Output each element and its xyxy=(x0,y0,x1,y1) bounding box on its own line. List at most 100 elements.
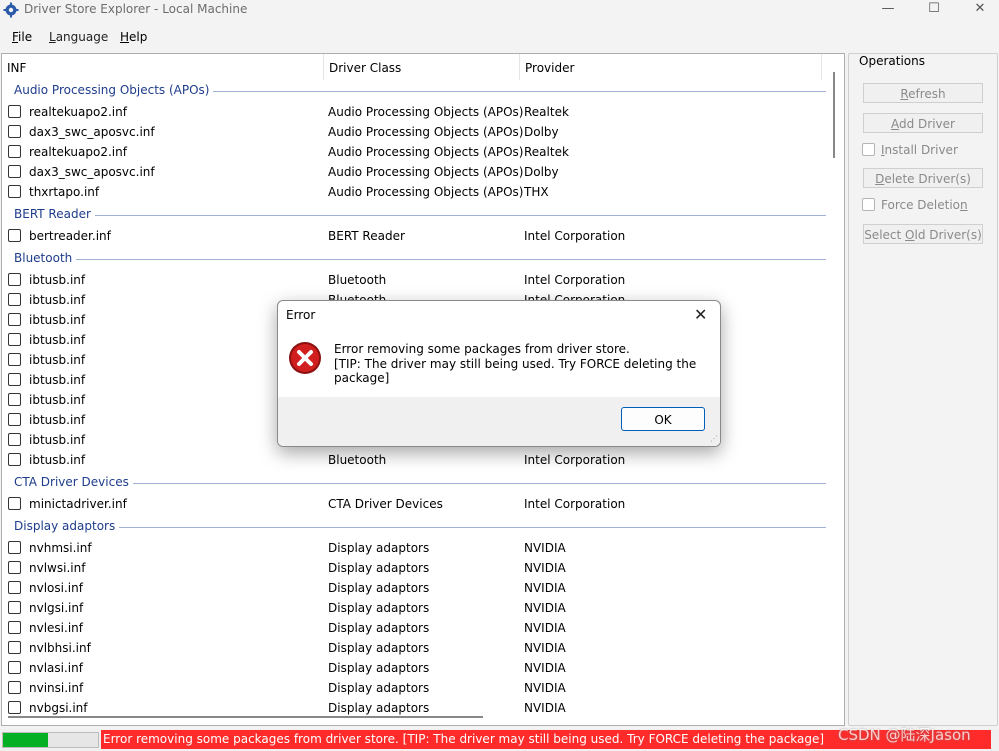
column-provider[interactable]: Provider xyxy=(520,54,822,80)
driver-row[interactable]: realtekuapo2.inf Audio Processing Objects… xyxy=(2,102,828,122)
row-checkbox[interactable] xyxy=(8,453,21,466)
row-checkbox[interactable] xyxy=(8,165,21,178)
driver-row[interactable]: thxrtapo.inf Audio Processing Objects (AP… xyxy=(2,182,828,202)
row-checkbox[interactable] xyxy=(8,313,21,326)
dialog-close-button[interactable]: ✕ xyxy=(694,305,707,324)
row-checkbox[interactable] xyxy=(8,601,21,614)
row-checkbox[interactable] xyxy=(8,561,21,574)
inf-cell: ibtusb.inf xyxy=(29,373,86,387)
row-checkbox[interactable] xyxy=(8,353,21,366)
row-checkbox[interactable] xyxy=(8,661,21,674)
menu-file[interactable]: File xyxy=(12,30,32,44)
driver-row[interactable]: realtekuapo2.inf Audio Processing Objects… xyxy=(2,142,828,162)
driver-row[interactable]: ibtusb.inf Bluetooth Intel Corporation xyxy=(2,450,828,470)
title-bar: Driver Store Explorer - Local Machine — … xyxy=(0,0,999,22)
driver-row[interactable]: nvlosi.inf Display adaptors NVIDIA xyxy=(2,578,828,598)
dialog-footer: OK ⋰ xyxy=(278,397,720,446)
provider-cell: NVIDIA xyxy=(524,601,566,615)
group-label: Bluetooth xyxy=(14,251,77,265)
inf-cell: nvlbhsi.inf xyxy=(29,641,91,655)
row-checkbox[interactable] xyxy=(8,497,21,510)
provider-cell: NVIDIA xyxy=(524,621,566,635)
driver-row[interactable]: nvlwsi.inf Display adaptors NVIDIA xyxy=(2,558,828,578)
install-driver-box xyxy=(862,143,875,156)
driver-row[interactable]: nvlasi.inf Display adaptors NVIDIA xyxy=(2,658,828,678)
dialog-title: Error xyxy=(286,308,316,322)
inf-cell: ibtusb.inf xyxy=(29,413,86,427)
driver-class-cell: Bluetooth xyxy=(328,453,387,467)
driver-class-cell: Audio Processing Objects (APOs) xyxy=(328,185,524,199)
driver-row[interactable]: nvhmsi.inf Display adaptors NVIDIA xyxy=(2,538,828,558)
inf-cell: ibtusb.inf xyxy=(29,433,86,447)
provider-cell: NVIDIA xyxy=(524,641,566,655)
inf-cell: bertreader.inf xyxy=(29,229,111,243)
provider-cell: NVIDIA xyxy=(524,701,566,715)
driver-row[interactable]: nvlesi.inf Display adaptors NVIDIA xyxy=(2,618,828,638)
error-icon xyxy=(289,342,321,374)
driver-row[interactable]: dax3_swc_aposvc.inf Audio Processing Obje… xyxy=(2,122,828,142)
provider-cell: Intel Corporation xyxy=(524,229,626,243)
driver-class-cell: Audio Processing Objects (APOs) xyxy=(328,145,524,159)
force-deletion-box xyxy=(862,198,875,211)
driver-row[interactable]: nvbgsi.inf Display adaptors NVIDIA xyxy=(2,698,828,718)
install-driver-checkbox[interactable]: Install Driver xyxy=(862,143,958,159)
row-checkbox[interactable] xyxy=(8,541,21,554)
vertical-scroll-thumb[interactable] xyxy=(833,72,835,158)
row-checkbox[interactable] xyxy=(8,413,21,426)
row-checkbox[interactable] xyxy=(8,701,21,714)
provider-cell: NVIDIA xyxy=(524,541,566,555)
driver-class-cell: Display adaptors xyxy=(328,601,430,615)
add-driver-button[interactable]: Add Driver xyxy=(863,113,983,133)
row-checkbox[interactable] xyxy=(8,185,21,198)
driver-class-cell: Display adaptors xyxy=(328,701,430,715)
force-deletion-checkbox[interactable]: Force Deletion xyxy=(862,198,968,214)
row-checkbox[interactable] xyxy=(8,681,21,694)
maximize-button[interactable]: ☐ xyxy=(911,0,957,22)
driver-row[interactable]: bertreader.inf BERT Reader Intel Corporati… xyxy=(2,226,828,246)
resize-grip-icon[interactable]: ⋰ xyxy=(710,435,718,443)
driver-row[interactable]: ibtusb.inf Bluetooth Intel Corporation xyxy=(2,270,828,290)
inf-cell: ibtusb.inf xyxy=(29,353,86,367)
close-window-button[interactable]: ✕ xyxy=(957,0,999,22)
driver-row[interactable]: minictadriver.inf CTA Driver Devices Intel… xyxy=(2,494,828,514)
group-label: BERT Reader xyxy=(14,207,95,221)
select-old-drivers-button[interactable]: Select Old Driver(s) xyxy=(863,224,983,244)
inf-cell: ibtusb.inf xyxy=(29,273,86,287)
ok-button[interactable]: OK xyxy=(621,407,705,431)
driver-class-cell: Display adaptors xyxy=(328,641,430,655)
row-checkbox[interactable] xyxy=(8,373,21,386)
group-divider xyxy=(14,259,826,260)
column-inf[interactable]: INF xyxy=(2,54,324,80)
delete-drivers-button[interactable]: Delete Driver(s) xyxy=(863,168,983,188)
dialog-message: Error removing some packages from driver… xyxy=(334,342,630,356)
driver-row[interactable]: dax3_swc_aposvc.inf Audio Processing Obje… xyxy=(2,162,828,182)
menu-language[interactable]: Language xyxy=(49,30,108,44)
row-checkbox[interactable] xyxy=(8,273,21,286)
row-checkbox[interactable] xyxy=(8,581,21,594)
row-checkbox[interactable] xyxy=(8,621,21,634)
row-checkbox[interactable] xyxy=(8,641,21,654)
row-checkbox[interactable] xyxy=(8,433,21,446)
row-checkbox[interactable] xyxy=(8,229,21,242)
horizontal-scroll-thumb[interactable] xyxy=(8,716,483,718)
refresh-button[interactable]: Refresh xyxy=(863,83,983,103)
provider-cell: NVIDIA xyxy=(524,561,566,575)
driver-row[interactable]: nvinsi.inf Display adaptors NVIDIA xyxy=(2,678,828,698)
inf-cell: nvbgsi.inf xyxy=(29,701,88,715)
row-checkbox[interactable] xyxy=(8,393,21,406)
driver-row[interactable]: nvlbhsi.inf Display adaptors NVIDIA xyxy=(2,638,828,658)
inf-cell: dax3_swc_aposvc.inf xyxy=(29,125,155,139)
inf-cell: realtekuapo2.inf xyxy=(29,145,127,159)
vertical-scrollbar[interactable] xyxy=(828,54,843,725)
inf-cell: nvlgsi.inf xyxy=(29,601,84,615)
row-checkbox[interactable] xyxy=(8,125,21,138)
row-checkbox[interactable] xyxy=(8,293,21,306)
minimize-button[interactable]: — xyxy=(865,0,911,22)
progress-bar xyxy=(2,732,99,748)
row-checkbox[interactable] xyxy=(8,145,21,158)
row-checkbox[interactable] xyxy=(8,333,21,346)
driver-row[interactable]: nvlgsi.inf Display adaptors NVIDIA xyxy=(2,598,828,618)
row-checkbox[interactable] xyxy=(8,105,21,118)
menu-help[interactable]: Help xyxy=(120,30,147,44)
sort-indicator-icon: ^ xyxy=(417,53,425,61)
